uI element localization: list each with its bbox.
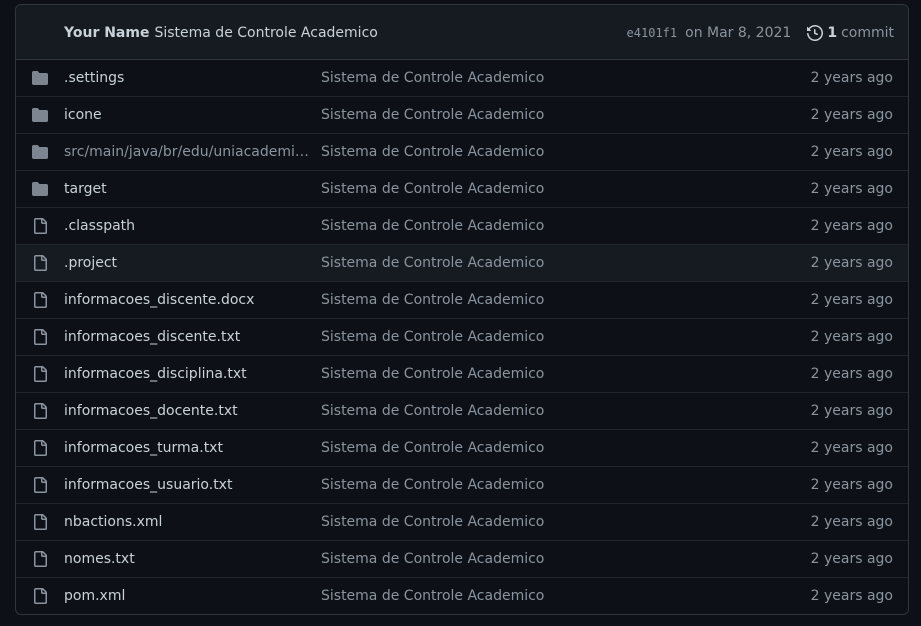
file-commit-message-link[interactable]: Sistema de Controle Academico — [321, 292, 544, 308]
file-commit-age: 2 years ago — [810, 144, 893, 160]
file-commit-message-link[interactable]: Sistema de Controle Academico — [321, 181, 544, 197]
file-row[interactable]: informacoes_disciplina.txt Sistema de Con… — [16, 355, 908, 392]
file-icon — [32, 366, 48, 382]
file-commit-age: 2 years ago — [810, 329, 893, 345]
file-name-link[interactable]: informacoes_usuario.txt — [64, 477, 309, 493]
file-name-link[interactable]: nomes.txt — [64, 551, 309, 567]
file-row[interactable]: pom.xml Sistema de Controle Academico 2 ye… — [16, 577, 908, 614]
file-name-link[interactable]: informacoes_disciplina.txt — [64, 366, 309, 382]
file-name-link[interactable]: informacoes_discente.txt — [64, 329, 309, 345]
file-icon — [32, 218, 48, 234]
file-commit-message-link[interactable]: Sistema de Controle Academico — [321, 329, 544, 345]
file-name-link[interactable]: .settings — [64, 70, 309, 86]
file-icon — [32, 440, 48, 456]
file-row[interactable]: informacoes_discente.docx Sistema de Cont… — [16, 281, 908, 318]
file-row[interactable]: .project Sistema de Controle Academico 2 y… — [16, 244, 908, 281]
file-row[interactable]: informacoes_turma.txt Sistema de Controle… — [16, 429, 908, 466]
commit-message-link[interactable]: Sistema de Controle Academico — [154, 25, 377, 41]
file-name-link[interactable]: icone — [64, 107, 309, 123]
file-commit-message-link[interactable]: Sistema de Controle Academico — [321, 107, 544, 123]
file-commit-age: 2 years ago — [810, 107, 893, 123]
file-row[interactable]: nbactions.xml Sistema de Controle Academi… — [16, 503, 908, 540]
latest-commit-info: Your Name Sistema de Controle Academico — [64, 5, 378, 60]
file-icon — [32, 292, 48, 308]
file-commit-message-link[interactable]: Sistema de Controle Academico — [321, 144, 544, 160]
file-commit-message-link[interactable]: Sistema de Controle Academico — [321, 403, 544, 419]
file-row[interactable]: .classpath Sistema de Controle Academico 2… — [16, 207, 908, 244]
folder-icon — [32, 70, 48, 86]
file-name-link[interactable]: informacoes_turma.txt — [64, 440, 309, 456]
folder-icon — [32, 144, 48, 160]
file-commit-message-link[interactable]: Sistema de Controle Academico — [321, 588, 544, 604]
file-commit-message-link[interactable]: Sistema de Controle Academico — [321, 255, 544, 271]
file-commit-age: 2 years ago — [810, 477, 893, 493]
file-icon — [32, 255, 48, 271]
commit-date: on Mar 8, 2021 — [685, 24, 792, 41]
file-commit-message-link[interactable]: Sistema de Controle Academico — [321, 218, 544, 234]
file-name-link[interactable]: nbactions.xml — [64, 514, 309, 530]
file-commit-age: 2 years ago — [810, 551, 893, 567]
file-name-link[interactable]: .project — [64, 255, 309, 271]
file-row[interactable]: informacoes_docente.txt Sistema de Contro… — [16, 392, 908, 429]
file-commit-message-link[interactable]: Sistema de Controle Academico — [321, 70, 544, 86]
file-name-link[interactable]: pom.xml — [64, 588, 309, 604]
file-icon — [32, 329, 48, 345]
file-commit-message-link[interactable]: Sistema de Controle Academico — [321, 440, 544, 456]
file-name-link[interactable]: informacoes_discente.docx — [64, 292, 309, 308]
file-commit-message-link[interactable]: Sistema de Controle Academico — [321, 477, 544, 493]
file-row[interactable]: nomes.txt Sistema de Controle Academico 2 … — [16, 540, 908, 577]
file-commit-message-link[interactable]: Sistema de Controle Academico — [321, 551, 544, 567]
file-commit-age: 2 years ago — [810, 403, 893, 419]
file-commit-age: 2 years ago — [810, 70, 893, 86]
file-name-link[interactable]: target — [64, 181, 309, 197]
file-commit-message-link[interactable]: Sistema de Controle Academico — [321, 514, 544, 530]
file-name-link[interactable]: src/main/java/br/edu/uniacademia… — [64, 144, 309, 160]
file-commit-message-link[interactable]: Sistema de Controle Academico — [321, 366, 544, 382]
file-icon — [32, 477, 48, 493]
commit-sha-link[interactable]: e4101f1 — [627, 26, 678, 40]
file-icon — [32, 551, 48, 567]
file-row[interactable]: src/main/java/br/edu/uniacademia… Sistema… — [16, 133, 908, 170]
file-commit-age: 2 years ago — [810, 440, 893, 456]
file-row[interactable]: informacoes_usuario.txt Sistema de Contro… — [16, 466, 908, 503]
file-commit-age: 2 years ago — [810, 181, 893, 197]
file-name-link[interactable]: .classpath — [64, 218, 309, 234]
file-icon — [32, 588, 48, 604]
file-row[interactable]: informacoes_discente.txt Sistema de Contr… — [16, 318, 908, 355]
file-row[interactable]: icone Sistema de Controle Academico 2 year… — [16, 96, 908, 133]
file-browser: Your Name Sistema de Controle Academico … — [15, 4, 909, 615]
history-icon — [807, 24, 824, 41]
file-commit-age: 2 years ago — [810, 366, 893, 382]
commit-author-link[interactable]: Your Name — [64, 25, 149, 41]
commit-meta: e4101f1 on Mar 8, 2021 1 commit — [627, 5, 894, 60]
folder-icon — [32, 107, 48, 123]
file-commit-age: 2 years ago — [810, 292, 893, 308]
latest-commit-header: Your Name Sistema de Controle Academico … — [16, 5, 908, 60]
file-row[interactable]: target Sistema de Controle Academico 2 yea… — [16, 170, 908, 207]
file-commit-age: 2 years ago — [810, 218, 893, 234]
file-list: .settings Sistema de Controle Academico 2 … — [16, 60, 908, 614]
file-icon — [32, 403, 48, 419]
file-commit-age: 2 years ago — [810, 588, 893, 604]
file-icon — [32, 514, 48, 530]
file-commit-age: 2 years ago — [810, 255, 893, 271]
file-row[interactable]: .settings Sistema de Controle Academico 2 … — [16, 60, 908, 96]
file-name-link[interactable]: informacoes_docente.txt — [64, 403, 309, 419]
commit-label: commit — [841, 24, 894, 41]
commit-history-link[interactable]: 1 commit — [807, 25, 894, 41]
file-commit-age: 2 years ago — [810, 514, 893, 530]
folder-icon — [32, 181, 48, 197]
commit-count: 1 — [827, 24, 838, 41]
